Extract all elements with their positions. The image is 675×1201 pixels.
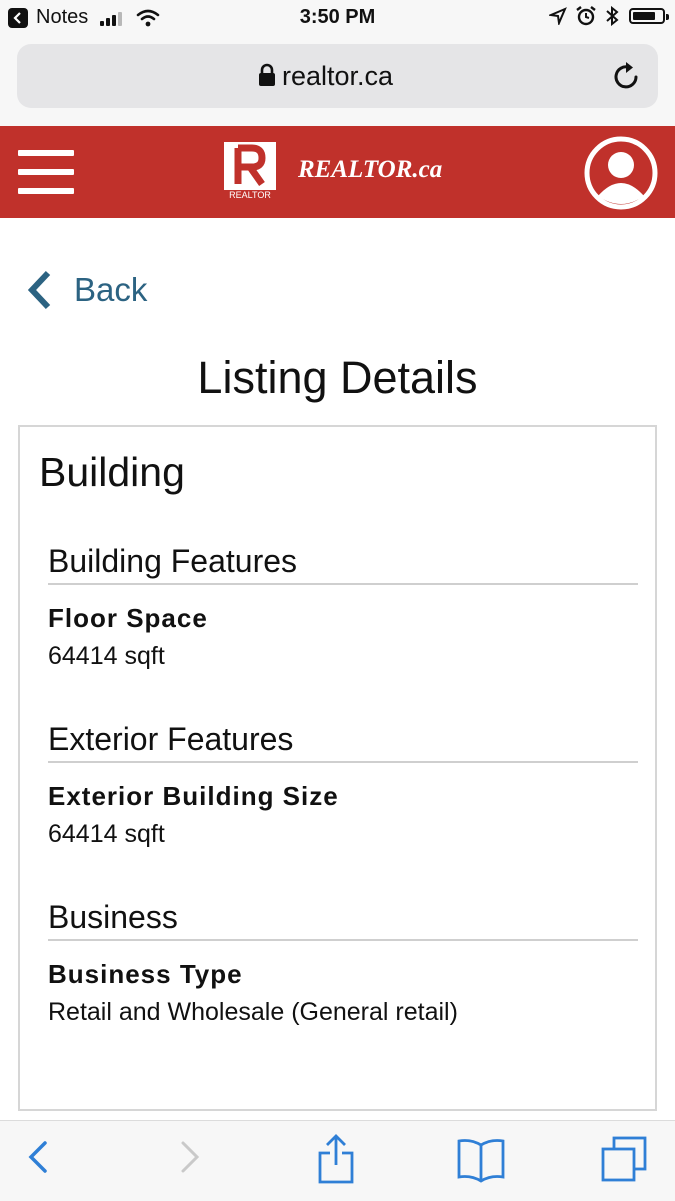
section-building-features: Building Features Floor Space 64414 sqft xyxy=(48,543,638,671)
section-heading: Building Features xyxy=(48,543,638,585)
bookmarks-icon[interactable] xyxy=(455,1137,507,1183)
section-exterior-features: Exterior Features Exterior Building Size… xyxy=(48,721,638,849)
realtor-logo[interactable]: REALTOR xyxy=(222,140,278,200)
alarm-icon xyxy=(576,6,596,26)
section-heading: Business xyxy=(48,899,638,941)
reload-icon[interactable] xyxy=(612,60,642,92)
bluetooth-icon xyxy=(606,6,619,26)
forward-icon[interactable] xyxy=(178,1137,202,1177)
chevron-left-icon xyxy=(27,270,51,310)
browser-toolbar xyxy=(0,1120,675,1201)
status-bar: Notes 3:50 PM xyxy=(0,0,675,36)
field-value: 64414 sqft xyxy=(48,820,165,848)
page-title: Listing Details xyxy=(197,352,478,403)
logo-wordmark: REALTOR xyxy=(229,190,271,200)
address-bar[interactable]: realtor.ca xyxy=(17,44,658,108)
back-link[interactable]: Back xyxy=(26,270,147,310)
brand-name[interactable]: REALTOR.ca xyxy=(298,156,442,184)
site-header: REALTOR REALTOR.ca xyxy=(0,126,675,218)
section-business: Business Business Type Retail and Wholes… xyxy=(48,899,638,1027)
back-icon[interactable] xyxy=(26,1137,50,1177)
field-label: Business Type xyxy=(48,959,243,989)
field-label: Exterior Building Size xyxy=(48,781,339,811)
field-value: 64414 sqft xyxy=(48,642,165,670)
location-icon xyxy=(549,7,567,25)
battery-icon xyxy=(629,8,669,24)
section-heading: Exterior Features xyxy=(48,721,638,763)
back-link-label[interactable]: Back xyxy=(74,271,147,309)
building-card: Building Building Features Floor Space 6… xyxy=(18,425,657,1111)
tabs-icon[interactable] xyxy=(600,1135,648,1183)
share-icon[interactable] xyxy=(316,1133,356,1185)
user-profile-icon[interactable] xyxy=(584,136,658,210)
field-label: Floor Space xyxy=(48,603,208,633)
url-text[interactable]: realtor.ca xyxy=(17,61,658,92)
hamburger-menu-icon[interactable] xyxy=(18,150,74,194)
status-right xyxy=(549,6,669,26)
page-content: Back Listing Details Building Building F… xyxy=(0,218,675,1120)
card-title: Building xyxy=(39,449,185,495)
field-value: Retail and Wholesale (General retail) xyxy=(48,998,458,1026)
